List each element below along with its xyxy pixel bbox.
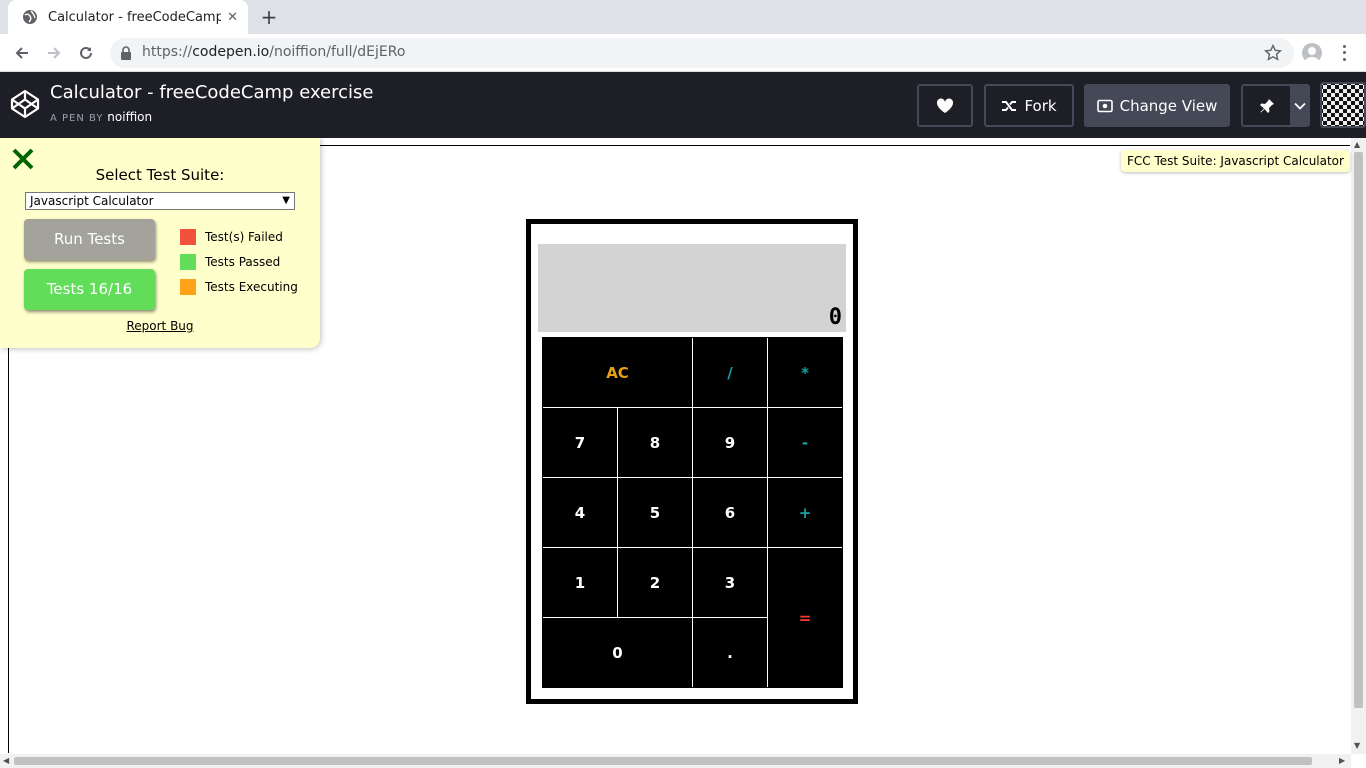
- tests-result-button[interactable]: Tests 16/16: [24, 269, 155, 310]
- reload-icon: [80, 46, 92, 59]
- tab-title: Calculator - freeCodeCamp exercise: [48, 9, 222, 25]
- key-equals[interactable]: =: [768, 548, 842, 687]
- lock-icon: [121, 46, 131, 60]
- legend-failed: Test(s) Failed: [180, 229, 283, 245]
- byline-prefix: A PEN BY: [50, 113, 104, 124]
- scroll-left-icon[interactable]: ◀: [3, 756, 9, 765]
- user-avatar[interactable]: [1320, 82, 1366, 128]
- fork-label: Fork: [1024, 96, 1057, 115]
- legend-label: Test(s) Failed: [205, 230, 283, 244]
- fcc-test-panel: Select Test Suite: Javascript Calculator…: [0, 138, 320, 348]
- heart-button[interactable]: [917, 84, 973, 127]
- legend-swatch: [180, 254, 196, 270]
- selected-suite: Javascript Calculator: [30, 194, 154, 208]
- key-add[interactable]: +: [768, 478, 842, 547]
- eye-icon: [1096, 99, 1113, 112]
- legend-executing: Tests Executing: [180, 279, 298, 295]
- key-divide[interactable]: /: [693, 338, 767, 407]
- calculator-display: 0: [538, 244, 846, 332]
- caret-down-icon: ▼: [282, 195, 290, 206]
- heart-icon: [936, 97, 954, 113]
- fork-icon: [1002, 100, 1017, 111]
- chevron-down-icon: [1294, 102, 1306, 110]
- pen-byline: A PEN BY noiffion: [50, 110, 152, 124]
- select-test-suite-label: Select Test Suite:: [95, 166, 225, 184]
- test-suite-select[interactable]: Javascript Calculator ▼: [25, 192, 295, 210]
- fork-button[interactable]: Fork: [984, 84, 1074, 127]
- back-button[interactable]: [11, 42, 33, 64]
- legend-label: Tests Executing: [205, 280, 298, 294]
- legend-swatch: [180, 229, 196, 245]
- report-bug-link[interactable]: Report Bug: [0, 319, 320, 333]
- key-five[interactable]: 5: [618, 478, 692, 547]
- person-icon: [1305, 47, 1319, 63]
- star-icon[interactable]: [1264, 44, 1282, 62]
- scrollbar-thumb[interactable]: [1354, 152, 1363, 708]
- display-value: 0: [828, 305, 842, 330]
- forward-button[interactable]: [43, 42, 65, 64]
- codepen-logo-icon[interactable]: [10, 89, 40, 119]
- key-nine[interactable]: 9: [693, 408, 767, 477]
- pin-icon: [1259, 98, 1274, 113]
- codepen-header: Calculator - freeCodeCamp exercise A PEN…: [0, 72, 1366, 138]
- legend-swatch: [180, 279, 196, 295]
- key-clear[interactable]: AC: [543, 338, 692, 407]
- key-multiply[interactable]: *: [768, 338, 842, 407]
- browser-menu-button[interactable]: [1336, 43, 1352, 63]
- key-one[interactable]: 1: [543, 548, 617, 617]
- globe-icon: [23, 10, 37, 24]
- close-icon[interactable]: ✕: [227, 10, 238, 25]
- key-eight[interactable]: 8: [618, 408, 692, 477]
- scroll-up-icon[interactable]: ▲: [1354, 140, 1360, 149]
- scrollbar-thumb[interactable]: [14, 757, 1312, 765]
- browser-tab[interactable]: Calculator - freeCodeCamp exercise ✕: [8, 0, 248, 34]
- vertical-scrollbar[interactable]: ▲ ▼: [1351, 138, 1366, 754]
- change-view-button[interactable]: Change View: [1084, 84, 1230, 127]
- pin-dropdown-button[interactable]: [1290, 84, 1310, 127]
- pen-title: Calculator - freeCodeCamp exercise: [50, 82, 374, 103]
- key-decimal[interactable]: .: [693, 618, 767, 687]
- change-view-label: Change View: [1119, 96, 1218, 115]
- pin-button[interactable]: [1241, 84, 1290, 127]
- calculator-keypad: AC / * 7 8 9 - 4 5 6 + 1 2 3 = 0 .: [542, 337, 843, 688]
- new-tab-button[interactable]: +: [258, 6, 280, 28]
- browser-toolbar: https://codepen.io/noiffion/full/dEjERo: [0, 34, 1366, 72]
- run-tests-button[interactable]: Run Tests: [24, 219, 155, 260]
- legend-label: Tests Passed: [205, 255, 281, 269]
- url-text: https://codepen.io/noiffion/full/dEjERo: [142, 44, 406, 60]
- key-six[interactable]: 6: [693, 478, 767, 547]
- scroll-right-icon[interactable]: ▶: [1339, 756, 1345, 765]
- fcc-test-suite-tooltip: FCC Test Suite: Javascript Calculator: [1121, 150, 1350, 172]
- key-subtract[interactable]: -: [768, 408, 842, 477]
- browser-tab-bar: Calculator - freeCodeCamp exercise ✕ +: [0, 0, 1366, 34]
- arrow-left-icon: [15, 47, 28, 59]
- key-three[interactable]: 3: [693, 548, 767, 617]
- calculator: 0 AC / * 7 8 9 - 4 5 6 + 1 2 3 = 0 .: [526, 219, 858, 704]
- key-two[interactable]: 2: [618, 548, 692, 617]
- key-zero[interactable]: 0: [543, 618, 692, 687]
- author-link[interactable]: noiffion: [107, 110, 152, 124]
- horizontal-scrollbar[interactable]: ◀ ▶: [0, 754, 1351, 768]
- reload-button[interactable]: [75, 42, 97, 64]
- scroll-down-icon[interactable]: ▼: [1354, 741, 1360, 750]
- legend-passed: Tests Passed: [180, 254, 280, 270]
- address-bar[interactable]: https://codepen.io/noiffion/full/dEjERo: [110, 38, 1294, 68]
- profile-avatar[interactable]: [1302, 43, 1322, 63]
- arrow-right-icon: [48, 47, 61, 59]
- key-four[interactable]: 4: [543, 478, 617, 547]
- key-seven[interactable]: 7: [543, 408, 617, 477]
